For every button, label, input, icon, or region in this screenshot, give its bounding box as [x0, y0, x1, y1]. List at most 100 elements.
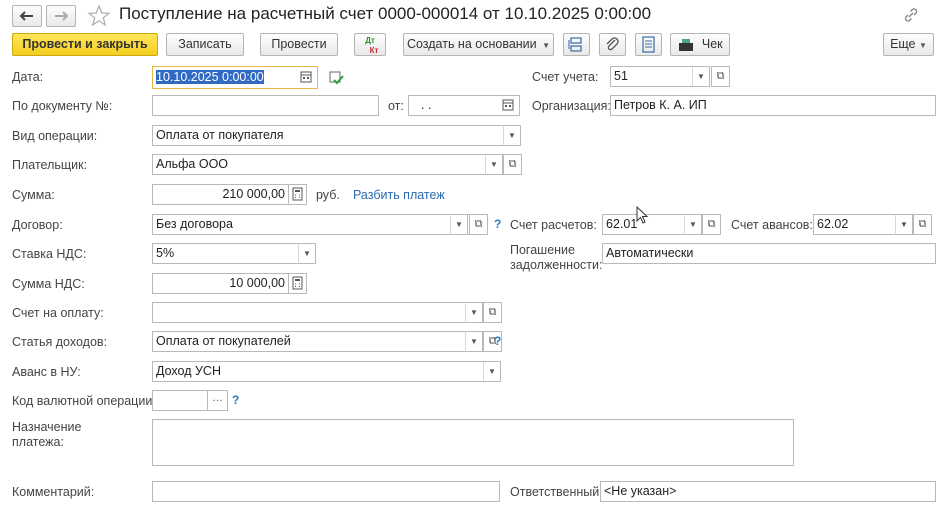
save-button[interactable]: Записать — [166, 33, 244, 56]
check-label: Чек — [701, 37, 723, 51]
currency-op-help-icon[interactable]: ? — [232, 393, 239, 407]
calculator-icon — [292, 187, 303, 201]
op-type-label: Вид операции: — [12, 129, 98, 143]
check-button[interactable]: Чек — [670, 33, 730, 56]
repay-label-2: задолженности: — [510, 258, 603, 272]
currency-op-input[interactable] — [152, 390, 209, 411]
forward-button[interactable] — [46, 5, 76, 27]
contract-label: Договор: — [12, 218, 63, 232]
dtkt-button[interactable]: Дт Кт — [354, 33, 386, 56]
date-input[interactable]: 10.10.2025 0:00:00 — [152, 66, 318, 89]
payer-label: Плательщик: — [12, 158, 88, 172]
purpose-label-2: платежа: — [12, 435, 64, 449]
vat-rate-select[interactable]: 5% — [152, 243, 300, 264]
advance-dropdown[interactable]: ▼ — [483, 361, 501, 382]
income-value: Оплата от покупателей — [156, 334, 291, 348]
adv-acc-label: Счет авансов: — [731, 218, 813, 232]
sum-input[interactable]: 210 000,00 — [152, 184, 290, 205]
date-check-icon[interactable] — [327, 68, 345, 86]
currency-label: руб. — [316, 188, 340, 202]
payer-dropdown[interactable]: ▼ — [485, 154, 503, 175]
account-open-button[interactable]: ⧉ — [711, 66, 730, 87]
advance-label: Аванс в НУ: — [12, 365, 81, 379]
report-button[interactable] — [635, 33, 662, 56]
payer-open-button[interactable]: ⧉ — [503, 154, 522, 175]
link-icon[interactable] — [902, 6, 920, 24]
op-type-dropdown[interactable]: ▼ — [503, 125, 521, 146]
invoice-dropdown[interactable]: ▼ — [465, 302, 483, 323]
paperclip-icon — [606, 37, 619, 51]
doc-no-label: По документу №: — [12, 99, 113, 113]
arrow-right-icon — [55, 11, 69, 21]
adv-acc-input[interactable]: 62.02 — [813, 214, 897, 235]
contract-help-icon[interactable]: ? — [494, 217, 501, 231]
vat-rate-dropdown[interactable]: ▼ — [298, 243, 316, 264]
vat-sum-label: Сумма НДС: — [12, 277, 85, 291]
sum-value: 210 000,00 — [222, 187, 285, 201]
calculator-button[interactable] — [288, 273, 307, 294]
vat-rate-label: Ставка НДС: — [12, 247, 87, 261]
calculator-button[interactable] — [288, 184, 307, 205]
structure-icon — [568, 37, 582, 52]
date-label: Дата: — [12, 70, 44, 84]
org-value: Петров К. А. ИП — [614, 98, 707, 112]
cash-register-icon — [677, 38, 695, 52]
more-button[interactable]: Еще ▼ — [883, 33, 934, 56]
create-based-button[interactable]: Создать на основании ▼ — [403, 33, 554, 56]
account-value: 51 — [614, 69, 628, 83]
more-label: Еще — [890, 37, 916, 51]
income-help-icon[interactable]: ? — [494, 334, 501, 348]
op-type-select[interactable]: Оплата от покупателя — [152, 125, 504, 146]
split-payment-link[interactable]: Разбить платеж — [353, 188, 445, 202]
contract-dropdown[interactable]: ▼ — [450, 214, 468, 235]
comment-input[interactable] — [152, 481, 500, 502]
contract-value: Без договора — [156, 217, 233, 231]
contract-open-button[interactable]: ⧉ — [469, 214, 488, 235]
page-title: Поступление на расчетный счет 0000-00001… — [119, 4, 652, 23]
account-input[interactable]: 51 — [610, 66, 694, 87]
kt-label: Кт — [369, 46, 379, 55]
settle-acc-label: Счет расчетов: — [510, 218, 597, 232]
repay-label-1: Погашение — [510, 243, 575, 257]
income-label: Статья доходов: — [12, 335, 108, 349]
op-type-value: Оплата от покупателя — [156, 128, 284, 142]
adv-acc-open-button[interactable]: ⧉ — [913, 214, 932, 235]
favorite-star-icon[interactable] — [87, 4, 111, 28]
sum-label: Сумма: — [12, 188, 55, 202]
responsible-input[interactable]: <Не указан> — [600, 481, 936, 502]
invoice-open-button[interactable]: ⧉ — [483, 302, 502, 323]
settle-acc-dropdown[interactable]: ▼ — [684, 214, 702, 235]
arrow-left-icon — [19, 11, 33, 21]
calendar-icon[interactable] — [500, 96, 516, 114]
payer-input[interactable]: Альфа ООО — [152, 154, 487, 175]
contract-input[interactable]: Без договора — [152, 214, 470, 235]
payer-value: Альфа ООО — [156, 157, 229, 171]
vat-sum-input[interactable]: 10 000,00 — [152, 273, 290, 294]
settle-acc-value: 62.01 — [606, 217, 638, 231]
date-value: 10.10.2025 0:00:00 — [156, 70, 264, 84]
adv-acc-value: 62.02 — [817, 217, 849, 231]
income-dropdown[interactable]: ▼ — [465, 331, 483, 352]
attach-button[interactable] — [599, 33, 626, 56]
income-input[interactable]: Оплата от покупателей — [152, 331, 470, 352]
advance-select[interactable]: Доход УСН — [152, 361, 487, 382]
from-date-value: . . — [421, 98, 432, 112]
repay-select[interactable]: Автоматически — [602, 243, 936, 264]
org-input[interactable]: Петров К. А. ИП — [610, 95, 936, 116]
from-label: от: — [388, 99, 404, 113]
invoice-input[interactable] — [152, 302, 470, 323]
post-and-close-button[interactable]: Провести и закрыть — [12, 33, 158, 56]
post-button[interactable]: Провести — [260, 33, 338, 56]
purpose-label-1: Назначение — [12, 420, 82, 434]
adv-acc-dropdown[interactable]: ▼ — [895, 214, 913, 235]
purpose-textarea[interactable] — [152, 419, 794, 466]
doc-no-input[interactable] — [152, 95, 379, 116]
vat-rate-value: 5% — [156, 246, 175, 260]
settle-acc-open-button[interactable]: ⧉ — [702, 214, 721, 235]
org-label: Организация: — [532, 99, 611, 113]
account-dropdown[interactable]: ▼ — [692, 66, 710, 87]
calendar-icon[interactable] — [298, 68, 316, 87]
currency-op-select-button[interactable]: … — [207, 390, 228, 411]
structure-button[interactable] — [563, 33, 590, 56]
back-button[interactable] — [12, 5, 42, 27]
